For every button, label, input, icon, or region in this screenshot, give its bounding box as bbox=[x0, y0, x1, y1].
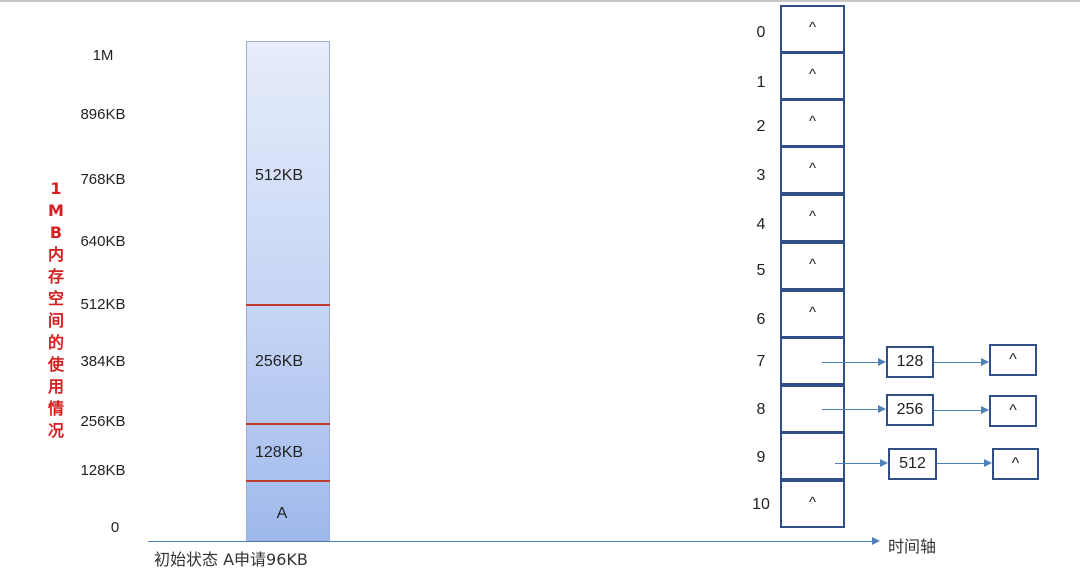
null-node-9: ^ bbox=[992, 448, 1039, 480]
free-block-node-128: 128 bbox=[886, 346, 934, 378]
pointer-arrow-7 bbox=[822, 362, 878, 363]
y-label-640kb: 640KB bbox=[80, 233, 126, 250]
null-pointer-marker: ^ bbox=[808, 304, 817, 321]
top-divider bbox=[0, 0, 1080, 2]
free-list-index-4: 4 bbox=[756, 216, 766, 233]
null-pointer-marker: ^ bbox=[808, 256, 817, 273]
free-block-node-256: 256 bbox=[886, 394, 934, 426]
next-arrow-7 bbox=[934, 362, 981, 363]
free-list-cell-7 bbox=[780, 337, 845, 385]
free-list-index-0: 0 bbox=[756, 24, 766, 41]
null-pointer-marker: ^ bbox=[808, 66, 817, 83]
null-pointer-marker: ^ bbox=[808, 208, 817, 225]
pointer-arrow-9 bbox=[835, 463, 880, 464]
next-arrowhead-9 bbox=[984, 459, 992, 467]
free-list-index-2: 2 bbox=[756, 118, 766, 135]
y-label-128kb: 128KB bbox=[80, 462, 126, 479]
free-list-cell-10: ^ bbox=[780, 480, 845, 528]
boundary-256kb bbox=[246, 423, 330, 425]
boundary-512kb bbox=[246, 304, 330, 306]
free-block-node-512: 512 bbox=[888, 448, 937, 480]
memory-bar bbox=[246, 41, 330, 541]
free-list-index-9: 9 bbox=[756, 449, 766, 466]
y-label-896kb: 896KB bbox=[80, 106, 126, 123]
memory-usage-title: 1MB内存空间的使用情况 bbox=[47, 179, 64, 440]
y-label-768kb: 768KB bbox=[80, 171, 126, 188]
null-pointer-marker: ^ bbox=[808, 113, 817, 130]
free-list-cell-5: ^ bbox=[780, 242, 845, 290]
block-256kb-label: 256KB bbox=[255, 353, 304, 370]
free-list-cell-4: ^ bbox=[780, 194, 845, 242]
null-pointer-marker: ^ bbox=[808, 494, 817, 511]
block-512kb-label: 512KB bbox=[255, 167, 304, 184]
next-arrow-9 bbox=[937, 463, 984, 464]
free-list-cell-6: ^ bbox=[780, 290, 845, 338]
free-list-index-3: 3 bbox=[756, 167, 766, 184]
free-list-cell-3: ^ bbox=[780, 146, 845, 194]
state-caption: 初始状态 A申请96KB bbox=[154, 550, 308, 569]
pointer-arrowhead-8 bbox=[878, 405, 886, 413]
free-list-cell-1: ^ bbox=[780, 52, 845, 100]
free-list-index-6: 6 bbox=[756, 311, 766, 328]
pointer-arrowhead-9 bbox=[880, 459, 888, 467]
free-list-index-8: 8 bbox=[756, 401, 766, 418]
boundary-128kb bbox=[246, 480, 330, 482]
y-label-0: 0 bbox=[110, 519, 120, 536]
null-pointer-marker: ^ bbox=[808, 19, 817, 36]
next-arrow-8 bbox=[934, 410, 981, 411]
null-node-8: ^ bbox=[989, 395, 1037, 427]
free-list-cell-2: ^ bbox=[780, 99, 845, 147]
y-label-512kb: 512KB bbox=[80, 296, 126, 313]
y-label-384kb: 384KB bbox=[80, 353, 126, 370]
null-pointer-marker: ^ bbox=[808, 160, 817, 177]
block-128kb-label: 128KB bbox=[255, 444, 304, 461]
pointer-arrowhead-7 bbox=[878, 358, 886, 366]
block-a-label: A bbox=[276, 505, 288, 522]
time-axis-arrowhead bbox=[872, 537, 880, 545]
next-arrowhead-8 bbox=[981, 406, 989, 414]
y-label-1m: 1M bbox=[92, 47, 114, 64]
null-node-7: ^ bbox=[989, 344, 1037, 376]
time-axis-label: 时间轴 bbox=[888, 537, 937, 556]
y-label-256kb: 256KB bbox=[80, 413, 126, 430]
time-axis bbox=[148, 541, 876, 542]
pointer-arrow-8 bbox=[822, 409, 878, 410]
free-list-cell-9 bbox=[780, 432, 845, 480]
free-list-index-5: 5 bbox=[756, 262, 766, 279]
next-arrowhead-7 bbox=[981, 358, 989, 366]
free-list-index-7: 7 bbox=[756, 353, 766, 370]
free-list-cell-0: ^ bbox=[780, 5, 845, 53]
free-list-index-10: 10 bbox=[752, 496, 770, 513]
free-list-index-1: 1 bbox=[756, 74, 766, 91]
